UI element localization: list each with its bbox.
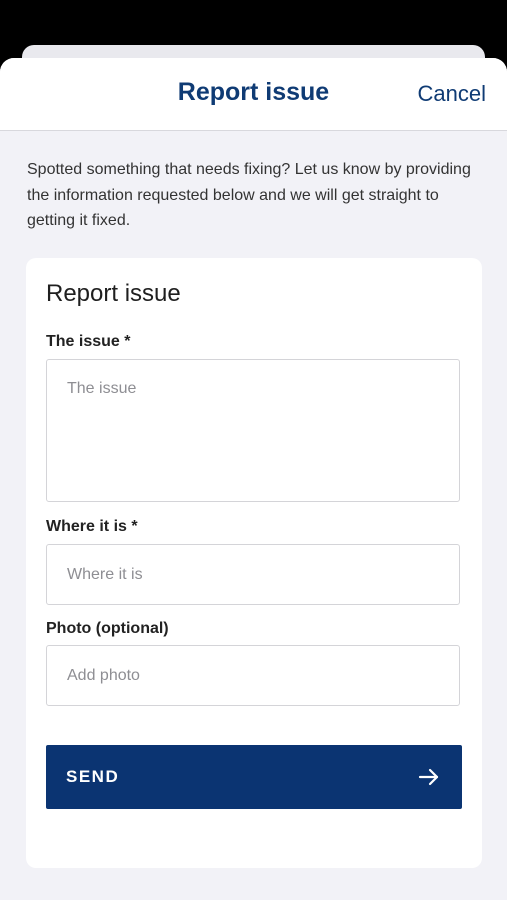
issue-textarea[interactable] [46,359,460,502]
cancel-button[interactable]: Cancel [418,81,486,107]
report-form-card: Report issue The issue * Where it is * P… [26,258,482,868]
location-input[interactable] [46,544,460,605]
nav-bar: Report issue Cancel [0,58,507,131]
location-label: Where it is * [46,518,138,535]
add-photo-field[interactable] [46,645,460,706]
send-button-label: SEND [66,767,120,786]
arrow-right-icon [418,768,439,786]
send-button[interactable]: SEND [46,745,462,809]
issue-label: The issue * [46,333,131,350]
report-issue-sheet: Report issue Cancel Spotted something th… [0,58,507,900]
form-title: Report issue [46,280,181,307]
intro-text: Spotted something that needs fixing? Let… [27,161,471,229]
photo-label: Photo (optional) [46,620,169,637]
